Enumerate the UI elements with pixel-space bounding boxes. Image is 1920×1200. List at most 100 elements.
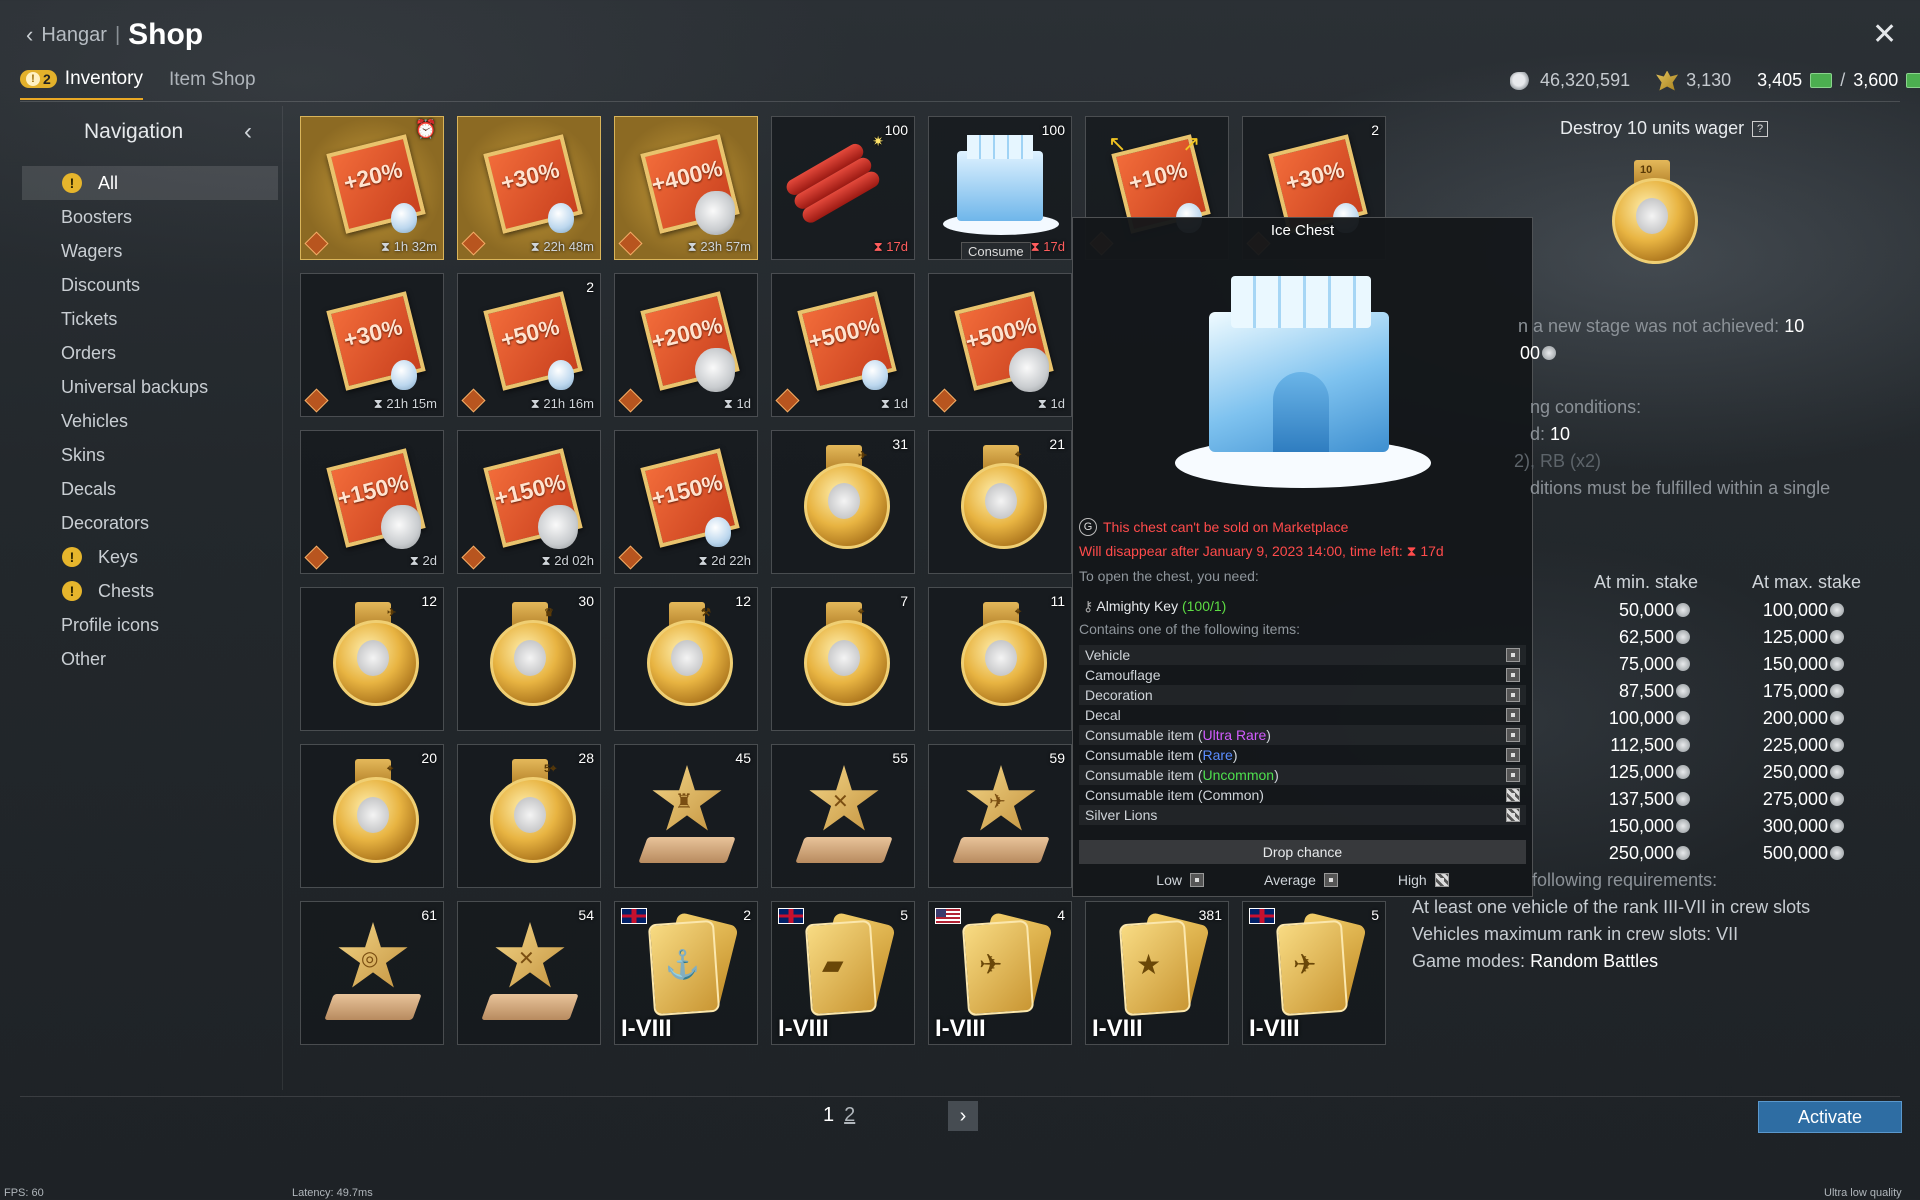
drop-chance-dice-icon bbox=[1506, 768, 1520, 782]
wager-medal-image: ⌖ bbox=[955, 445, 1047, 563]
inventory-item-booster[interactable]: +20% ⏰ ⧗ 1h 32m bbox=[300, 116, 444, 260]
tab-item-shop[interactable]: Item Shop bbox=[169, 69, 256, 99]
inventory-item-ticket[interactable]: ⚓ I-VIII 2 bbox=[614, 901, 758, 1045]
drop-item-label: Decoration bbox=[1085, 687, 1153, 703]
arrow-up-right-icon: ↗ bbox=[1182, 131, 1201, 156]
inventory-item-booster[interactable]: +500% ⧗ 1d bbox=[771, 273, 915, 417]
sidebar-item-label: Discounts bbox=[61, 274, 141, 295]
collapse-nav-icon[interactable]: ‹ bbox=[244, 118, 252, 146]
inventory-item-ticket[interactable]: ★ I-VIII 381 bbox=[1085, 901, 1229, 1045]
tab-inventory-label: Inventory bbox=[64, 68, 143, 89]
item-timer: ⧗ 1h 32m bbox=[380, 239, 437, 254]
tier-range: I-VIII bbox=[935, 1015, 986, 1042]
inventory-item-icechest[interactable]: Consume 100 ⧗ 17d bbox=[928, 116, 1072, 260]
inventory-item-medal[interactable]: ⌖ 20 bbox=[300, 744, 444, 888]
trophy-image: ◎ bbox=[323, 920, 423, 1030]
page-1[interactable]: 1 bbox=[823, 1104, 834, 1127]
inventory-item-dynamite[interactable]: ✷ 100 ⧗ 17d bbox=[771, 116, 915, 260]
inventory-item-booster[interactable]: +150% ⧗ 2d 22h bbox=[614, 430, 758, 574]
rarity-diamond-icon bbox=[304, 231, 329, 256]
sidebar-item-skins[interactable]: Skins bbox=[22, 438, 278, 472]
item-count: 100 bbox=[884, 122, 908, 138]
page-2[interactable]: 2 bbox=[844, 1104, 855, 1127]
inventory-item-booster[interactable]: +50% 2 ⧗ 21h 16m bbox=[457, 273, 601, 417]
item-count: 7 bbox=[900, 593, 908, 609]
sidebar-item-decorators[interactable]: Decorators bbox=[22, 506, 278, 540]
stake-max-value: 150,000 bbox=[1716, 654, 1844, 675]
sidebar-item-profile-icons[interactable]: Profile icons bbox=[22, 608, 278, 642]
trophy-image: ✈ bbox=[951, 763, 1051, 873]
inventory-item-booster[interactable]: +500% ⧗ 1d bbox=[928, 273, 1072, 417]
sidebar-item-all[interactable]: ! All bbox=[22, 166, 278, 200]
inventory-item-ticket[interactable]: ✈ I-VIII 5 bbox=[1242, 901, 1386, 1045]
booster-image: +150% bbox=[480, 448, 583, 549]
flag-uk-icon bbox=[621, 908, 647, 924]
sidebar-item-orders[interactable]: Orders bbox=[22, 336, 278, 370]
wager-medal-image: 10 bbox=[1604, 160, 1700, 270]
inventory-item-trophy[interactable]: ◎ 61 bbox=[300, 901, 444, 1045]
gold-max: 3,600 bbox=[1853, 70, 1899, 90]
help-icon[interactable]: ? bbox=[1752, 120, 1769, 137]
back-label[interactable]: Hangar bbox=[41, 24, 107, 47]
stake-min-value: 250,000 bbox=[1560, 843, 1690, 864]
rarity-diamond-icon bbox=[304, 388, 329, 413]
legend-high: High bbox=[1397, 872, 1427, 888]
inventory-item-medal[interactable]: ♛ 30 bbox=[457, 587, 601, 731]
sidebar-item-tickets[interactable]: Tickets bbox=[22, 302, 278, 336]
drop-chance-header: Drop chance bbox=[1079, 840, 1526, 864]
inventory-item-booster[interactable]: +30% ⧗ 22h 48m bbox=[457, 116, 601, 260]
inventory-item-medal[interactable]: ⌖ 21 bbox=[928, 430, 1072, 574]
inventory-item-trophy[interactable]: ✕ 54 bbox=[457, 901, 601, 1045]
inventory-item-ticket[interactable]: ▰ I-VIII 5 bbox=[771, 901, 915, 1045]
consume-button[interactable]: Consume bbox=[961, 242, 1031, 259]
inventory-item-medal[interactable]: ⌖ 7 bbox=[771, 587, 915, 731]
medal-tab-icon: ⚒ bbox=[701, 607, 711, 619]
bulb-icon bbox=[705, 517, 731, 547]
flag-us-icon bbox=[935, 908, 961, 924]
stake-max-value: 200,000 bbox=[1716, 708, 1844, 729]
inventory-item-medal[interactable]: 5⌖ 28 bbox=[457, 744, 601, 888]
drop-item-row: Decal bbox=[1079, 705, 1526, 725]
inventory-item-medal[interactable]: ✈ 12 bbox=[300, 587, 444, 731]
inventory-item-medal[interactable]: ⌖ 11 bbox=[928, 587, 1072, 731]
stake-max-value: 225,000 bbox=[1716, 735, 1844, 756]
back-to-hangar[interactable]: ‹ Hangar | Shop bbox=[26, 18, 203, 52]
inventory-item-trophy[interactable]: ✈ 59 bbox=[928, 744, 1072, 888]
sidebar-item-decals[interactable]: Decals bbox=[22, 472, 278, 506]
sidebar-item-discounts[interactable]: Discounts bbox=[22, 268, 278, 302]
item-count: 20 bbox=[421, 750, 437, 766]
activate-button[interactable]: Activate bbox=[1758, 1101, 1902, 1133]
inventory-item-ticket[interactable]: ✈ I-VIII 4 bbox=[928, 901, 1072, 1045]
inventory-item-medal[interactable]: ⚒ 12 bbox=[614, 587, 758, 731]
inventory-item-booster[interactable]: +150% ⧗ 2d bbox=[300, 430, 444, 574]
sidebar-item-chests[interactable]: ! Chests bbox=[22, 574, 278, 608]
bulb-icon bbox=[391, 360, 417, 390]
inventory-item-booster[interactable]: +150% ⧗ 2d 02h bbox=[457, 430, 601, 574]
medal-tab-icon: ⌖ bbox=[387, 763, 394, 775]
sidebar-item-wagers[interactable]: Wagers bbox=[22, 234, 278, 268]
silver-lions-icon bbox=[1676, 630, 1690, 644]
inventory-item-trophy[interactable]: ♜ 45 bbox=[614, 744, 758, 888]
inventory-item-booster[interactable]: +200% ⧗ 1d bbox=[614, 273, 758, 417]
sidebar-item-keys[interactable]: ! Keys bbox=[22, 540, 278, 574]
tab-inventory[interactable]: ! 2 Inventory bbox=[20, 68, 143, 100]
inventory-item-booster[interactable]: +400% ⧗ 23h 57m bbox=[614, 116, 758, 260]
inventory-item-medal[interactable]: ✈ 31 bbox=[771, 430, 915, 574]
sidebar-item-label: Decals bbox=[61, 478, 117, 499]
inventory-item-booster[interactable]: +30% ⧗ 21h 15m bbox=[300, 273, 444, 417]
tier-range: I-VIII bbox=[621, 1015, 672, 1042]
booster-image: +30% bbox=[480, 134, 583, 235]
next-page-icon[interactable]: › bbox=[948, 1101, 978, 1131]
inventory-item-trophy[interactable]: ✕ 55 bbox=[771, 744, 915, 888]
sidebar-item-vehicles[interactable]: Vehicles bbox=[22, 404, 278, 438]
silver-lions-icon bbox=[1830, 684, 1844, 698]
booster-image: +30% bbox=[323, 291, 426, 392]
sidebar-item-universal-backups[interactable]: Universal backups bbox=[22, 370, 278, 404]
close-icon[interactable]: ✕ bbox=[1872, 20, 1897, 50]
sidebar-item-other[interactable]: Other bbox=[22, 642, 278, 676]
navigation-title: Navigation bbox=[84, 120, 184, 143]
stake-min-header: At min. stake bbox=[1594, 572, 1699, 592]
reward-amount: 00 bbox=[1520, 343, 1541, 363]
key-requirement: ⚷ Almighty Key (100/1) bbox=[1083, 598, 1226, 615]
sidebar-item-boosters[interactable]: Boosters bbox=[22, 200, 278, 234]
